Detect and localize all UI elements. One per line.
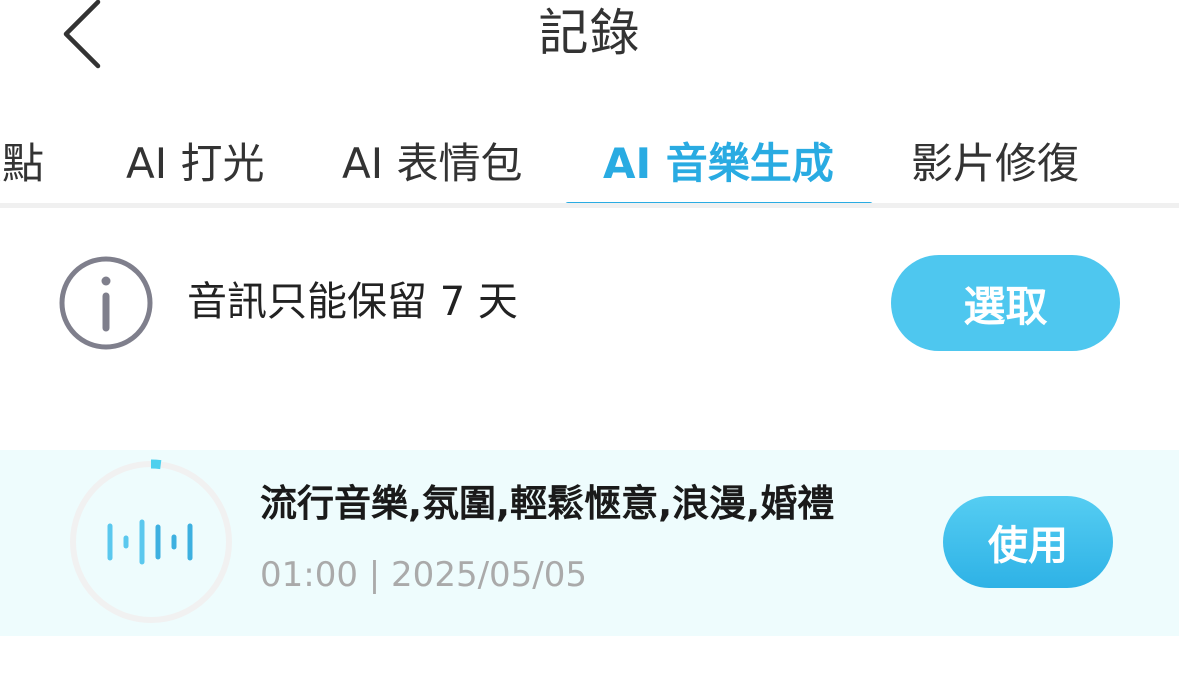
page-title: 記錄 bbox=[538, 4, 641, 62]
record-duration-date: 01:00 | 2025/05/05 bbox=[260, 555, 588, 595]
tab-focus[interactable]: 焦點 bbox=[0, 138, 44, 190]
record-progress-ring[interactable] bbox=[68, 459, 234, 625]
tab-video-restore[interactable]: 影片修復 bbox=[911, 138, 1079, 190]
tab-ai-music-generation[interactable]: AI 音樂生成 bbox=[603, 138, 834, 190]
records-page: 記錄 焦點 AI 打光 AI 表情包 AI 音樂生成 影片修復 音訊只能保留 7… bbox=[0, 0, 1179, 676]
info-icon bbox=[57, 254, 155, 352]
retention-notice: 音訊只能保留 7 天 選取 bbox=[0, 248, 1179, 358]
record-item[interactable]: 流行音樂,氛圍,輕鬆愜意,浪漫,婚禮 01:00 | 2025/05/05 使用 bbox=[0, 450, 1179, 636]
tab-bar: 焦點 AI 打光 AI 表情包 AI 音樂生成 影片修復 bbox=[0, 128, 1179, 210]
use-button[interactable]: 使用 bbox=[943, 496, 1113, 588]
header: 記錄 bbox=[0, 0, 1179, 80]
record-title: 流行音樂,氛圍,輕鬆愜意,浪漫,婚禮 bbox=[260, 482, 835, 525]
tab-ai-stickers[interactable]: AI 表情包 bbox=[342, 138, 522, 190]
tabs-divider bbox=[0, 203, 1179, 208]
select-button[interactable]: 選取 bbox=[891, 255, 1120, 351]
tab-ai-lighting[interactable]: AI 打光 bbox=[126, 138, 264, 190]
retention-notice-text: 音訊只能保留 7 天 bbox=[187, 279, 518, 325]
audio-waveform-icon bbox=[107, 519, 193, 565]
